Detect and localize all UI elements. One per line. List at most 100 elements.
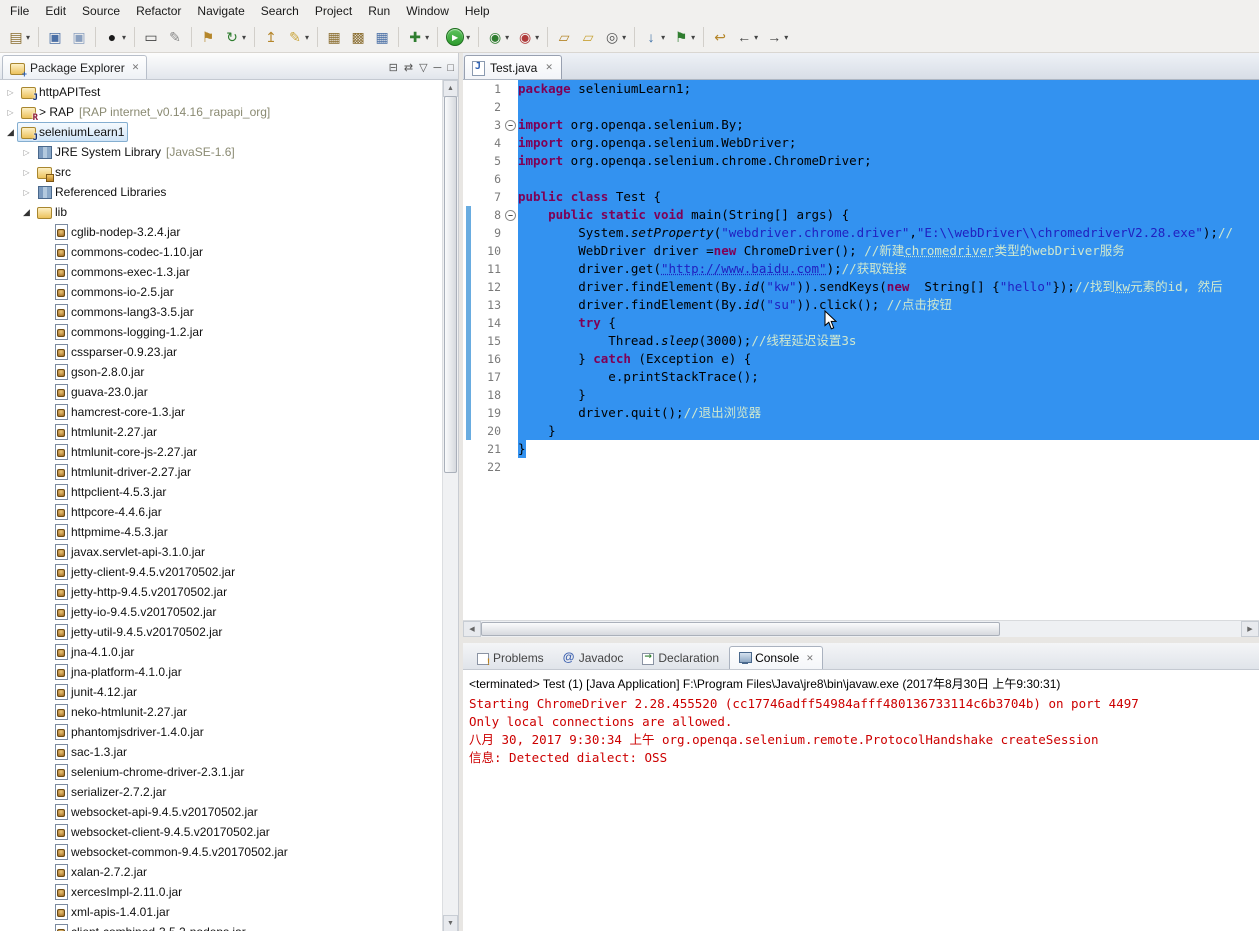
dropdown-arrow-icon[interactable]: ▾ — [425, 33, 429, 42]
open-resource-button[interactable]: ▱ — [576, 24, 600, 50]
tree-item-serializer-2-7-2-jar[interactable]: serializer-2.7.2.jar — [0, 782, 443, 802]
tree-item-seleniumlearn1[interactable]: ◢ seleniumLearn1 — [0, 122, 443, 143]
tree-item-javax-servlet-api-3-1-0-jar[interactable]: javax.servlet-api-3.1.0.jar — [0, 542, 443, 562]
code-line-12[interactable]: 12 driver.findElement(By.id("kw")).sendK… — [463, 278, 1259, 296]
code-text[interactable]: } catch (Exception e) { — [518, 350, 1259, 368]
code-line-19[interactable]: 19 driver.quit();//退出浏览器 — [463, 404, 1259, 422]
collapse-all-icon[interactable]: ⊟ — [389, 61, 398, 75]
menu-project[interactable]: Project — [307, 1, 360, 21]
tree-item-jna-4-1-0-jar[interactable]: jna-4.1.0.jar — [0, 642, 443, 662]
menu-run[interactable]: Run — [360, 1, 398, 21]
menu-source[interactable]: Source — [74, 1, 128, 21]
menu-navigate[interactable]: Navigate — [189, 1, 252, 21]
code-text[interactable]: WebDriver driver =new ChromeDriver(); //… — [518, 242, 1259, 260]
close-tab-icon[interactable]: ✕ — [806, 653, 814, 664]
coverage-button[interactable]: ◉ ▾ — [483, 24, 513, 50]
new-task-button[interactable]: ⚑ — [196, 24, 220, 50]
code-line-15[interactable]: 15 Thread.sleep(3000);//线程延迟设置3s — [463, 332, 1259, 350]
import-button[interactable]: ▦ — [322, 24, 346, 50]
code-editor[interactable]: 1 package seleniumLearn1; 23 import org.ope… — [463, 80, 1259, 620]
code-text[interactable]: } — [518, 440, 1259, 458]
code-line-7[interactable]: 7 public class Test { — [463, 188, 1259, 206]
profile-button[interactable]: ◉ ▾ — [513, 24, 543, 50]
dropdown-arrow-icon[interactable]: ▾ — [691, 33, 695, 42]
code-line-21[interactable]: 21} — [463, 440, 1259, 458]
tree-item-commons-lang3-3-5-jar[interactable]: commons-lang3-3.5.jar — [0, 302, 443, 322]
dropdown-arrow-icon[interactable]: ▾ — [122, 33, 126, 42]
code-line-3[interactable]: 3 import org.openqa.selenium.By; — [463, 116, 1259, 134]
tree-item-htmlunit-driver-2-27-jar[interactable]: htmlunit-driver-2.27.jar — [0, 462, 443, 482]
scrollbar-thumb[interactable] — [481, 622, 1000, 636]
maximize-icon[interactable]: □ — [447, 61, 454, 75]
format-button[interactable]: ✎ — [163, 24, 187, 50]
tree-item-websocket-api-9-4-5-v20170502-jar[interactable]: websocket-api-9.4.5.v20170502.jar — [0, 802, 443, 822]
package-explorer-tab[interactable]: Package Explorer ✕ — [2, 55, 148, 79]
tree-item-client-combined-3-5-2-nodeps-jar[interactable]: client-combined-3.5.2-nodeps.jar — [0, 922, 443, 931]
export-button[interactable]: ▩ — [346, 24, 370, 50]
code-line-5[interactable]: 5 import org.openqa.selenium.chrome.Chrom… — [463, 152, 1259, 170]
dropdown-arrow-icon[interactable]: ▾ — [535, 33, 539, 42]
menu-window[interactable]: Window — [398, 1, 457, 21]
tree-item-jetty-io-9-4-5-v20170502-jar[interactable]: jetty-io-9.4.5.v20170502.jar — [0, 602, 443, 622]
dropdown-arrow-icon[interactable]: ▾ — [242, 33, 246, 42]
save-button[interactable]: ▣ — [43, 24, 67, 50]
code-text[interactable] — [518, 98, 1259, 116]
tree-item-jetty-http-9-4-5-v20170502-jar[interactable]: jetty-http-9.4.5.v20170502.jar — [0, 582, 443, 602]
code-line-9[interactable]: 9 System.setProperty("webdriver.chrome.d… — [463, 224, 1259, 242]
tree-item-htmlunit-core-js-2-27-jar[interactable]: htmlunit-core-js-2.27.jar — [0, 442, 443, 462]
code-line-22[interactable]: 22 — [463, 458, 1259, 476]
scroll-right-icon[interactable]: ▶ — [1241, 621, 1259, 637]
tree-item-cglib-nodep-3-2-4-jar[interactable]: cglib-nodep-3.2.4.jar — [0, 222, 443, 242]
code-line-17[interactable]: 17 e.printStackTrace(); — [463, 368, 1259, 386]
menu-file[interactable]: File — [2, 1, 37, 21]
close-tab-icon[interactable]: ✕ — [545, 62, 553, 73]
tree-item-httpcore-4-4-6-jar[interactable]: httpcore-4.4.6.jar — [0, 502, 443, 522]
fold-collapse-icon[interactable] — [504, 116, 518, 134]
minimize-icon[interactable]: ─ — [434, 61, 442, 75]
code-line-18[interactable]: 18 } — [463, 386, 1259, 404]
tree-item-neko-htmlunit-2-27-jar[interactable]: neko-htmlunit-2.27.jar — [0, 702, 443, 722]
link-with-editor-icon[interactable]: ⇄ — [404, 61, 413, 75]
show-table-button[interactable]: ▦ — [370, 24, 394, 50]
menu-refactor[interactable]: Refactor — [128, 1, 189, 21]
chevron-collapsed-icon[interactable]: ▷ — [20, 188, 33, 197]
code-line-11[interactable]: 11 driver.get("http://www.baidu.com");//… — [463, 260, 1259, 278]
refresh-button[interactable]: ↻ ▾ — [220, 24, 250, 50]
tree-item-sac-1-3-jar[interactable]: sac-1.3.jar — [0, 742, 443, 762]
tree-item-cssparser-0-9-23-jar[interactable]: cssparser-0.9.23.jar — [0, 342, 443, 362]
code-text[interactable]: import org.openqa.selenium.chrome.Chrome… — [518, 152, 1259, 170]
code-line-14[interactable]: 14 try { — [463, 314, 1259, 332]
close-view-icon[interactable]: ✕ — [132, 62, 140, 73]
tab-declaration[interactable]: Declaration — [633, 647, 727, 669]
tree-item-xml-apis-1-4-01-jar[interactable]: xml-apis-1.4.01.jar — [0, 902, 443, 922]
search-button[interactable]: ◎ ▾ — [600, 24, 630, 50]
code-text[interactable]: driver.quit();//退出浏览器 — [518, 404, 1259, 422]
forward-button[interactable]: → ▾ — [762, 24, 792, 50]
code-line-4[interactable]: 4 import org.openqa.selenium.WebDriver; — [463, 134, 1259, 152]
dropdown-arrow-icon[interactable]: ▾ — [661, 33, 665, 42]
tree-item-jre-system-library[interactable]: ▷ JRE System Library [JavaSE-1.6] — [0, 142, 443, 162]
code-text[interactable]: public static void main(String[] args) { — [518, 206, 1259, 224]
code-text[interactable]: } — [518, 422, 1259, 440]
scrollbar-thumb[interactable] — [444, 96, 457, 473]
tree-item-xercesimpl-2-11-0-jar[interactable]: xercesImpl-2.11.0.jar — [0, 882, 443, 902]
dropdown-arrow-icon[interactable]: ▾ — [305, 33, 309, 42]
last-edit-location-button[interactable]: ↩ — [708, 24, 732, 50]
menu-edit[interactable]: Edit — [37, 1, 74, 21]
tree-item-lib[interactable]: ◢ lib — [0, 202, 443, 222]
dropdown-arrow-icon[interactable]: ▾ — [622, 33, 626, 42]
annotate-button[interactable]: ✎ ▾ — [283, 24, 313, 50]
editor-hscrollbar[interactable]: ◀ ▶ — [463, 620, 1259, 637]
tree-item-hamcrest-core-1-3-jar[interactable]: hamcrest-core-1.3.jar — [0, 402, 443, 422]
code-text[interactable]: System.setProperty("webdriver.chrome.dri… — [518, 224, 1259, 242]
run-button[interactable]: ▶ ▾ — [442, 24, 474, 50]
tree-item-commons-codec-1-10-jar[interactable]: commons-codec-1.10.jar — [0, 242, 443, 262]
tree-item-commons-io-2-5-jar[interactable]: commons-io-2.5.jar — [0, 282, 443, 302]
code-text[interactable]: Thread.sleep(3000);//线程延迟设置3s — [518, 332, 1259, 350]
dropdown-arrow-icon[interactable]: ▾ — [26, 33, 30, 42]
code-text[interactable] — [518, 458, 1259, 476]
open-console-button[interactable]: ▭ — [139, 24, 163, 50]
open-type-button[interactable]: ▱ — [552, 24, 576, 50]
commit-button[interactable]: ↥ — [259, 24, 283, 50]
tree-item-commons-logging-1-2-jar[interactable]: commons-logging-1.2.jar — [0, 322, 443, 342]
